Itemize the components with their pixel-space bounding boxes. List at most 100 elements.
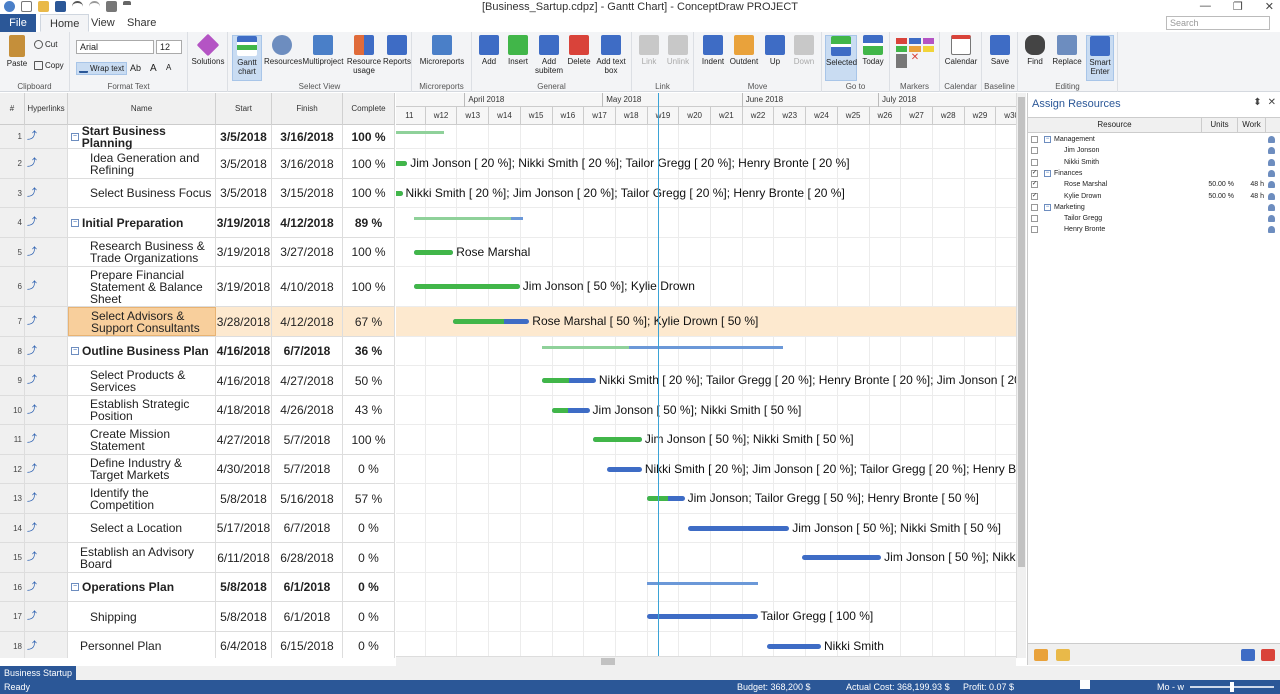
- scrollbar-thumb[interactable]: [1018, 97, 1025, 567]
- hyperlink-icon[interactable]: ⤴: [27, 553, 37, 563]
- save-baseline-button[interactable]: Save: [986, 35, 1014, 66]
- start-date-cell[interactable]: 6/4/2018: [216, 632, 272, 658]
- resource-row[interactable]: Henry Bronte: [1028, 224, 1280, 235]
- resource-checkbox[interactable]: [1031, 226, 1038, 234]
- row-number[interactable]: 4: [0, 208, 25, 237]
- task-name-cell[interactable]: Establish Strategic Position: [68, 396, 216, 424]
- start-date-cell[interactable]: 5/8/2018: [216, 484, 272, 513]
- hyperlink-icon[interactable]: ⤴: [27, 132, 37, 142]
- link-button[interactable]: Link: [636, 35, 662, 66]
- hyperlink-cell[interactable]: ⤴: [25, 543, 68, 572]
- finish-date-cell[interactable]: 4/27/2018: [272, 366, 343, 395]
- hyperlink-cell[interactable]: ⤴: [25, 602, 68, 631]
- resource-row[interactable]: ✓ Kylie Drown 50.00 % 48 h: [1028, 191, 1280, 202]
- hyperlink-icon[interactable]: ⤴: [27, 464, 37, 474]
- resource-work[interactable]: 48 h: [1244, 179, 1264, 190]
- calendar-button[interactable]: Calendar: [943, 35, 979, 66]
- hyperlink-icon[interactable]: ⤴: [27, 247, 37, 257]
- restore-button[interactable]: ❐: [1233, 0, 1243, 13]
- resource-row[interactable]: ✓ Rose Marshal 50.00 % 48 h: [1028, 179, 1280, 190]
- percent-complete-cell[interactable]: 0 %: [343, 573, 395, 601]
- summary-task-row[interactable]: 1 ⤴ − Start Business Planning 3/5/2018 3/16/2…: [0, 125, 395, 149]
- hyperlink-icon[interactable]: ⤴: [27, 282, 37, 292]
- percent-complete-cell[interactable]: 43 %: [343, 396, 395, 424]
- finish-date-cell[interactable]: 4/10/2018: [272, 267, 343, 306]
- percent-complete-cell[interactable]: 100 %: [343, 238, 395, 266]
- resource-checkbox[interactable]: ✓: [1031, 169, 1038, 177]
- percent-complete-cell[interactable]: 100 %: [343, 179, 395, 207]
- resource-units[interactable]: 50.00 %: [1206, 191, 1234, 202]
- finish-date-cell[interactable]: 3/15/2018: [272, 179, 343, 207]
- task-row[interactable]: 6 ⤴ Prepare Financial Statement & Balance …: [0, 267, 395, 307]
- sheet-tab-business-startup[interactable]: Business Startup: [0, 666, 77, 680]
- delete-button[interactable]: Delete: [566, 35, 592, 66]
- finish-date-cell[interactable]: 6/7/2018: [272, 337, 343, 365]
- resource-sheet-icon[interactable]: [1241, 649, 1255, 661]
- task-name-cell[interactable]: − Initial Preparation: [68, 208, 216, 237]
- hyperlink-icon[interactable]: ⤴: [27, 494, 37, 504]
- task-bar[interactable]: [551, 407, 590, 413]
- summary-task-row[interactable]: 4 ⤴ − Initial Preparation 3/19/2018 4/12/2018…: [0, 208, 395, 238]
- hyperlink-cell[interactable]: ⤴: [25, 455, 68, 483]
- percent-complete-cell[interactable]: 0 %: [343, 602, 395, 631]
- replace-button[interactable]: Replace: [1050, 35, 1084, 66]
- task-name-cell[interactable]: Shipping: [68, 602, 216, 631]
- summary-bar[interactable]: [413, 217, 523, 220]
- finish-date-cell[interactable]: 6/7/2018: [272, 514, 343, 542]
- finish-date-cell[interactable]: 5/7/2018: [272, 455, 343, 483]
- task-bar[interactable]: [413, 284, 520, 289]
- task-name-cell[interactable]: Select a Location: [68, 514, 216, 542]
- percent-complete-cell[interactable]: 100 %: [343, 125, 395, 148]
- move-up-button[interactable]: Up: [762, 35, 788, 66]
- start-date-cell[interactable]: 5/8/2018: [216, 602, 272, 631]
- row-number[interactable]: 8: [0, 337, 25, 365]
- vertical-scrollbar[interactable]: [1016, 93, 1026, 658]
- hyperlink-cell[interactable]: ⤴: [25, 179, 68, 207]
- task-name-cell[interactable]: Select Products & Services: [68, 366, 216, 395]
- marker-gray-icon[interactable]: [896, 54, 908, 68]
- hyperlink-cell[interactable]: ⤴: [25, 208, 68, 237]
- hyperlink-icon[interactable]: ⤴: [27, 159, 37, 169]
- finish-date-cell[interactable]: 6/15/2018: [272, 632, 343, 658]
- task-name-cell[interactable]: Select Advisors & Support Consultants: [68, 307, 216, 336]
- finish-date-cell[interactable]: 5/7/2018: [272, 425, 343, 454]
- percent-complete-cell[interactable]: 100 %: [343, 267, 395, 306]
- task-bar[interactable]: [687, 525, 790, 531]
- wrap-text-button[interactable]: Wrap text: [76, 62, 128, 75]
- percent-complete-cell[interactable]: 0 %: [343, 543, 395, 572]
- resource-usage-button[interactable]: Resource usage: [346, 35, 382, 75]
- add-text-box-button[interactable]: Add text box: [594, 35, 628, 75]
- finish-date-cell[interactable]: 6/28/2018: [272, 543, 343, 572]
- row-number[interactable]: 17: [0, 602, 25, 631]
- start-date-cell[interactable]: 4/18/2018: [216, 396, 272, 424]
- microreports-button[interactable]: Microreports: [416, 35, 468, 66]
- col-header-name[interactable]: Name: [68, 93, 216, 125]
- hyperlink-icon[interactable]: ⤴: [27, 317, 37, 327]
- marker-red-icon[interactable]: [896, 38, 908, 44]
- row-number[interactable]: 11: [0, 425, 25, 454]
- row-number[interactable]: 13: [0, 484, 25, 513]
- percent-complete-cell[interactable]: 0 %: [343, 514, 395, 542]
- task-name-cell[interactable]: Identify the Competition: [68, 484, 216, 513]
- finish-date-cell[interactable]: 3/27/2018: [272, 238, 343, 266]
- solutions-button[interactable]: Solutions: [189, 33, 227, 66]
- group-toggle-icon[interactable]: −: [1044, 169, 1051, 177]
- gantt-chart[interactable]: April 2018 May 2018 June 2018 July 2018 11 w…: [396, 93, 1016, 658]
- resource-row[interactable]: Tailor Gregg: [1028, 213, 1280, 224]
- finish-date-cell[interactable]: 3/16/2018: [272, 125, 343, 148]
- hyperlink-cell[interactable]: ⤴: [25, 514, 68, 542]
- percent-complete-cell[interactable]: 57 %: [343, 484, 395, 513]
- percent-complete-cell[interactable]: 0 %: [343, 632, 395, 658]
- hyperlink-cell[interactable]: ⤴: [25, 238, 68, 266]
- task-row[interactable]: 5 ⤴ Research Business & Trade Organization…: [0, 238, 395, 267]
- task-row[interactable]: 14 ⤴ Select a Location 5/17/2018 6/7/2018 0 %: [0, 514, 395, 543]
- hyperlink-cell[interactable]: ⤴: [25, 425, 68, 454]
- unassign-icon[interactable]: [1056, 649, 1070, 661]
- row-number[interactable]: 9: [0, 366, 25, 395]
- row-number[interactable]: 2: [0, 149, 25, 178]
- task-bar[interactable]: [646, 614, 758, 619]
- tab-share[interactable]: Share: [118, 14, 165, 32]
- find-button[interactable]: Find: [1022, 35, 1048, 66]
- move-down-button[interactable]: Down: [790, 35, 818, 66]
- start-date-cell[interactable]: 3/19/2018: [216, 238, 272, 266]
